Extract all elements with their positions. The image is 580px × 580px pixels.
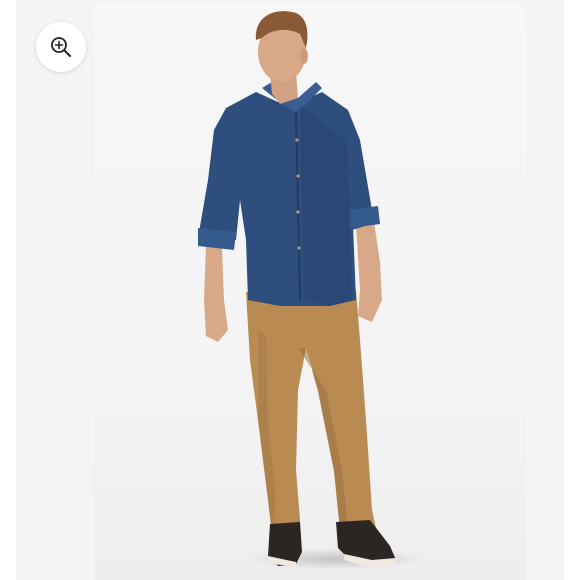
product-image-viewer [0,0,580,580]
shirt-button [296,210,300,214]
ear [300,48,308,64]
zoom-in-icon [51,37,71,57]
shirt-button [295,138,299,142]
left-hand [204,246,228,342]
shirt-button [296,174,300,178]
product-photo[interactable] [0,0,580,580]
right-hand [356,222,382,322]
zoom-button[interactable] [36,22,86,72]
shirt-button [297,246,301,250]
